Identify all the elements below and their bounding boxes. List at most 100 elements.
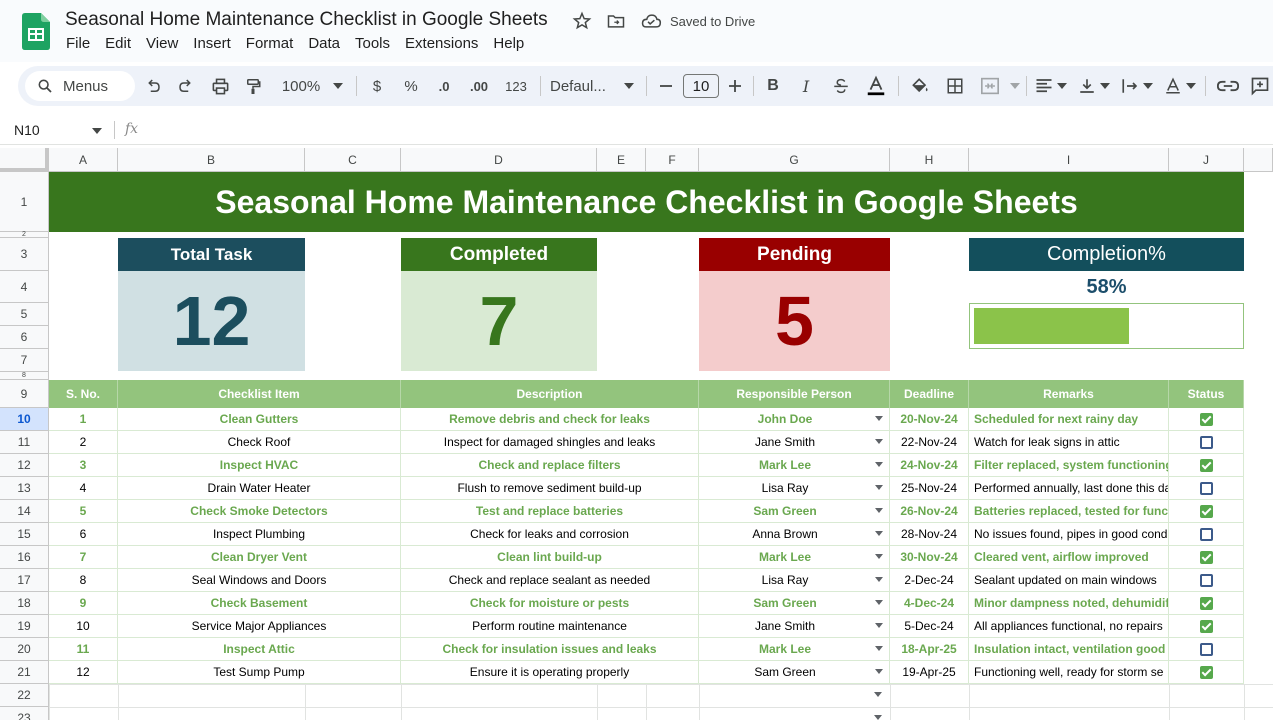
status-checkbox-checked[interactable] — [1199, 550, 1213, 564]
star-icon[interactable] — [572, 11, 592, 31]
text-wrapping-icon[interactable] — [1119, 66, 1141, 106]
responsible-person-cell[interactable]: Lisa Ray — [699, 477, 890, 500]
search-menus-button[interactable]: Menus — [25, 71, 135, 101]
font-family-select[interactable]: Defaul... — [550, 66, 616, 106]
zoom-chevron-down-icon[interactable] — [333, 83, 343, 89]
merge-cells-icon[interactable] — [978, 66, 1002, 106]
remarks-cell[interactable]: Insulation intact, ventilation good — [969, 638, 1169, 661]
remarks-cell[interactable]: Batteries replaced, tested for functio — [969, 500, 1169, 523]
row-header-5[interactable]: 5 — [0, 303, 49, 326]
dropdown-arrow-icon[interactable] — [874, 692, 882, 697]
fill-color-icon[interactable] — [908, 66, 932, 106]
row-header-4[interactable]: 4 — [0, 271, 49, 303]
sno-cell[interactable]: 4 — [49, 477, 118, 500]
dropdown-arrow-icon[interactable] — [875, 554, 883, 559]
row-header-23[interactable]: 23 — [0, 707, 49, 720]
currency-format-button[interactable]: $ — [367, 66, 387, 106]
checklist-item-cell[interactable]: Inspect Attic — [118, 638, 401, 661]
remarks-cell[interactable]: Cleared vent, airflow improved — [969, 546, 1169, 569]
menu-extensions[interactable]: Extensions — [405, 35, 478, 52]
menu-help[interactable]: Help — [493, 35, 524, 52]
more-formats-button[interactable]: 123 — [501, 66, 531, 106]
deadline-cell[interactable]: 24-Nov-24 — [890, 454, 969, 477]
paint-format-icon[interactable] — [242, 66, 264, 106]
column-header-j[interactable]: J — [1169, 148, 1244, 172]
document-title[interactable]: Seasonal Home Maintenance Checklist in G… — [65, 9, 548, 31]
checklist-item-cell[interactable]: Service Major Appliances — [118, 615, 401, 638]
select-all-corner[interactable] — [0, 148, 49, 172]
valign-chevron-down-icon[interactable] — [1100, 83, 1110, 89]
column-header-d[interactable]: D — [401, 148, 597, 172]
description-cell[interactable]: Perform routine maintenance — [401, 615, 699, 638]
remarks-cell[interactable]: Performed annually, last done this date — [969, 477, 1169, 500]
font-chevron-down-icon[interactable] — [624, 83, 634, 89]
menu-tools[interactable]: Tools — [355, 35, 390, 52]
font-size-input[interactable]: 10 — [683, 74, 719, 98]
sheets-logo-icon[interactable] — [22, 13, 50, 50]
checklist-item-cell[interactable]: Inspect HVAC — [118, 454, 401, 477]
row-header-12[interactable]: 12 — [0, 454, 49, 477]
deadline-cell[interactable]: 25-Nov-24 — [890, 477, 969, 500]
row-header-19[interactable]: 19 — [0, 615, 49, 638]
sno-cell[interactable]: 2 — [49, 431, 118, 454]
responsible-person-cell[interactable]: Mark Lee — [699, 546, 890, 569]
responsible-person-cell[interactable]: Sam Green — [699, 592, 890, 615]
sno-cell[interactable]: 6 — [49, 523, 118, 546]
wrap-chevron-down-icon[interactable] — [1143, 83, 1153, 89]
checklist-item-cell[interactable]: Clean Dryer Vent — [118, 546, 401, 569]
bold-icon[interactable]: B — [764, 66, 782, 106]
dropdown-arrow-icon[interactable] — [875, 508, 883, 513]
text-rotation-icon[interactable] — [1162, 66, 1184, 106]
row-header-21[interactable]: 21 — [0, 661, 49, 684]
row-header-10[interactable]: 10 — [0, 408, 49, 431]
column-header-b[interactable]: B — [118, 148, 305, 172]
row-header-13[interactable]: 13 — [0, 477, 49, 500]
responsible-person-cell[interactable]: Sam Green — [699, 500, 890, 523]
dropdown-arrow-icon[interactable] — [875, 600, 883, 605]
insert-comment-icon[interactable] — [1248, 66, 1272, 106]
undo-icon[interactable] — [142, 66, 164, 106]
menu-format[interactable]: Format — [246, 35, 294, 52]
responsible-person-cell[interactable]: John Doe — [699, 408, 890, 431]
sno-cell[interactable]: 3 — [49, 454, 118, 477]
increase-font-size-icon[interactable] — [727, 66, 743, 106]
text-color-icon[interactable] — [864, 66, 888, 106]
dropdown-arrow-icon[interactable] — [875, 531, 883, 536]
deadline-cell[interactable]: 2-Dec-24 — [890, 569, 969, 592]
dropdown-arrow-icon[interactable] — [874, 715, 882, 720]
sno-cell[interactable]: 1 — [49, 408, 118, 431]
status-checkbox-checked[interactable] — [1199, 412, 1213, 426]
status-checkbox-checked[interactable] — [1199, 619, 1213, 633]
remarks-cell[interactable]: Filter replaced, system functioning w — [969, 454, 1169, 477]
borders-icon[interactable] — [944, 66, 966, 106]
row-header-14[interactable]: 14 — [0, 500, 49, 523]
row-header-11[interactable]: 11 — [0, 431, 49, 454]
deadline-cell[interactable]: 19-Apr-25 — [890, 661, 969, 684]
column-header-overflow[interactable] — [1244, 148, 1273, 172]
halign-chevron-down-icon[interactable] — [1057, 83, 1067, 89]
cloud-saved-icon[interactable] — [640, 11, 662, 31]
status-checkbox-checked[interactable] — [1199, 504, 1213, 518]
description-cell[interactable]: Clean lint build-up — [401, 546, 699, 569]
decrease-decimal-button[interactable]: .0 — [432, 66, 456, 106]
description-cell[interactable]: Check for insulation issues and leaks — [401, 638, 699, 661]
column-header-e[interactable]: E — [597, 148, 646, 172]
dropdown-arrow-icon[interactable] — [875, 416, 883, 421]
horizontal-align-icon[interactable] — [1033, 66, 1055, 106]
responsible-person-cell[interactable]: Jane Smith — [699, 615, 890, 638]
checklist-item-cell[interactable]: Drain Water Heater — [118, 477, 401, 500]
name-box[interactable]: N10 — [14, 122, 40, 138]
column-header-h[interactable]: H — [890, 148, 969, 172]
sno-cell[interactable]: 9 — [49, 592, 118, 615]
checklist-item-cell[interactable]: Check Smoke Detectors — [118, 500, 401, 523]
row-header-15[interactable]: 15 — [0, 523, 49, 546]
column-header-f[interactable]: F — [646, 148, 699, 172]
dropdown-arrow-icon[interactable] — [875, 485, 883, 490]
spreadsheet-grid[interactable]: ABCDEFGHIJ 1 2 3 4 5 6 7 8 9 10 11 12 13 14 15 16 17 18 19… — [0, 148, 1273, 720]
responsible-person-cell[interactable]: Sam Green — [699, 661, 890, 684]
responsible-person-cell[interactable]: Mark Lee — [699, 638, 890, 661]
deadline-cell[interactable]: 26-Nov-24 — [890, 500, 969, 523]
sno-cell[interactable]: 7 — [49, 546, 118, 569]
remarks-cell[interactable]: Watch for leak signs in attic — [969, 431, 1169, 454]
description-cell[interactable]: Remove debris and check for leaks — [401, 408, 699, 431]
